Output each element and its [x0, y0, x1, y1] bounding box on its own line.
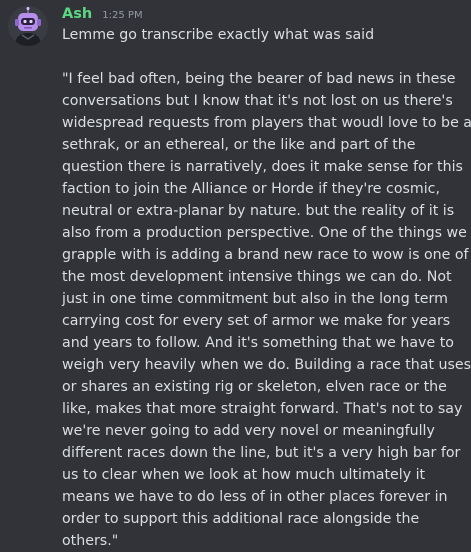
quote-line: widespread requests from players that wo…	[62, 115, 471, 131]
quote-line: question there is narratively, does it m…	[62, 159, 463, 175]
quote-line: us to clear when we look at how much ult…	[62, 467, 426, 483]
quote-line: "I feel bad often, being the bearer of b…	[62, 71, 456, 87]
quote-line: conversations but I know that it's not l…	[62, 93, 453, 109]
message-content: Lemme go transcribe exactly what was sai…	[62, 24, 471, 552]
chat-message: Ash 1:25 PM Lemme go transcribe exactly …	[0, 0, 471, 551]
quote-line: and years to follow. And it's something …	[62, 335, 454, 351]
message-intro: Lemme go transcribe exactly what was sai…	[62, 27, 375, 43]
username[interactable]: Ash	[62, 6, 92, 22]
message-header: Ash 1:25 PM	[62, 3, 143, 26]
quote-line: like, makes that more straight forward. …	[62, 401, 463, 417]
avatar[interactable]	[8, 6, 48, 46]
quote-line: carrying cost for every set of armor we …	[62, 313, 451, 329]
quote-line: means we have to do less of in other pla…	[62, 489, 448, 505]
quote-line: different races down the line, but it's …	[62, 445, 461, 461]
purple-robot-avatar-icon	[8, 6, 48, 46]
quote-line: also from a production perspective. One …	[62, 225, 467, 241]
quote-line: order to support this additional race al…	[62, 511, 420, 527]
quote-line: the most development intensive things we…	[62, 269, 452, 285]
quote-line: grapple with is adding a brand new race …	[62, 247, 469, 263]
quote-line: sethrak, or an ethereal, or the like and…	[62, 137, 416, 153]
quote-line: faction to join the Alliance or Horde if…	[62, 181, 440, 197]
timestamp: 1:25 PM	[102, 10, 143, 21]
quote-line: others."	[62, 533, 119, 549]
quote-line: or shares an existing rig or skeleton, e…	[62, 379, 447, 395]
quote-line: weigh very heavily when we do. Building …	[62, 357, 471, 373]
quote-line: neutral or extra-planar by nature. but t…	[62, 203, 455, 219]
quote-line: just in one time commitment but also in …	[62, 291, 448, 307]
quote-line: we're never going to add very novel or m…	[62, 423, 435, 439]
